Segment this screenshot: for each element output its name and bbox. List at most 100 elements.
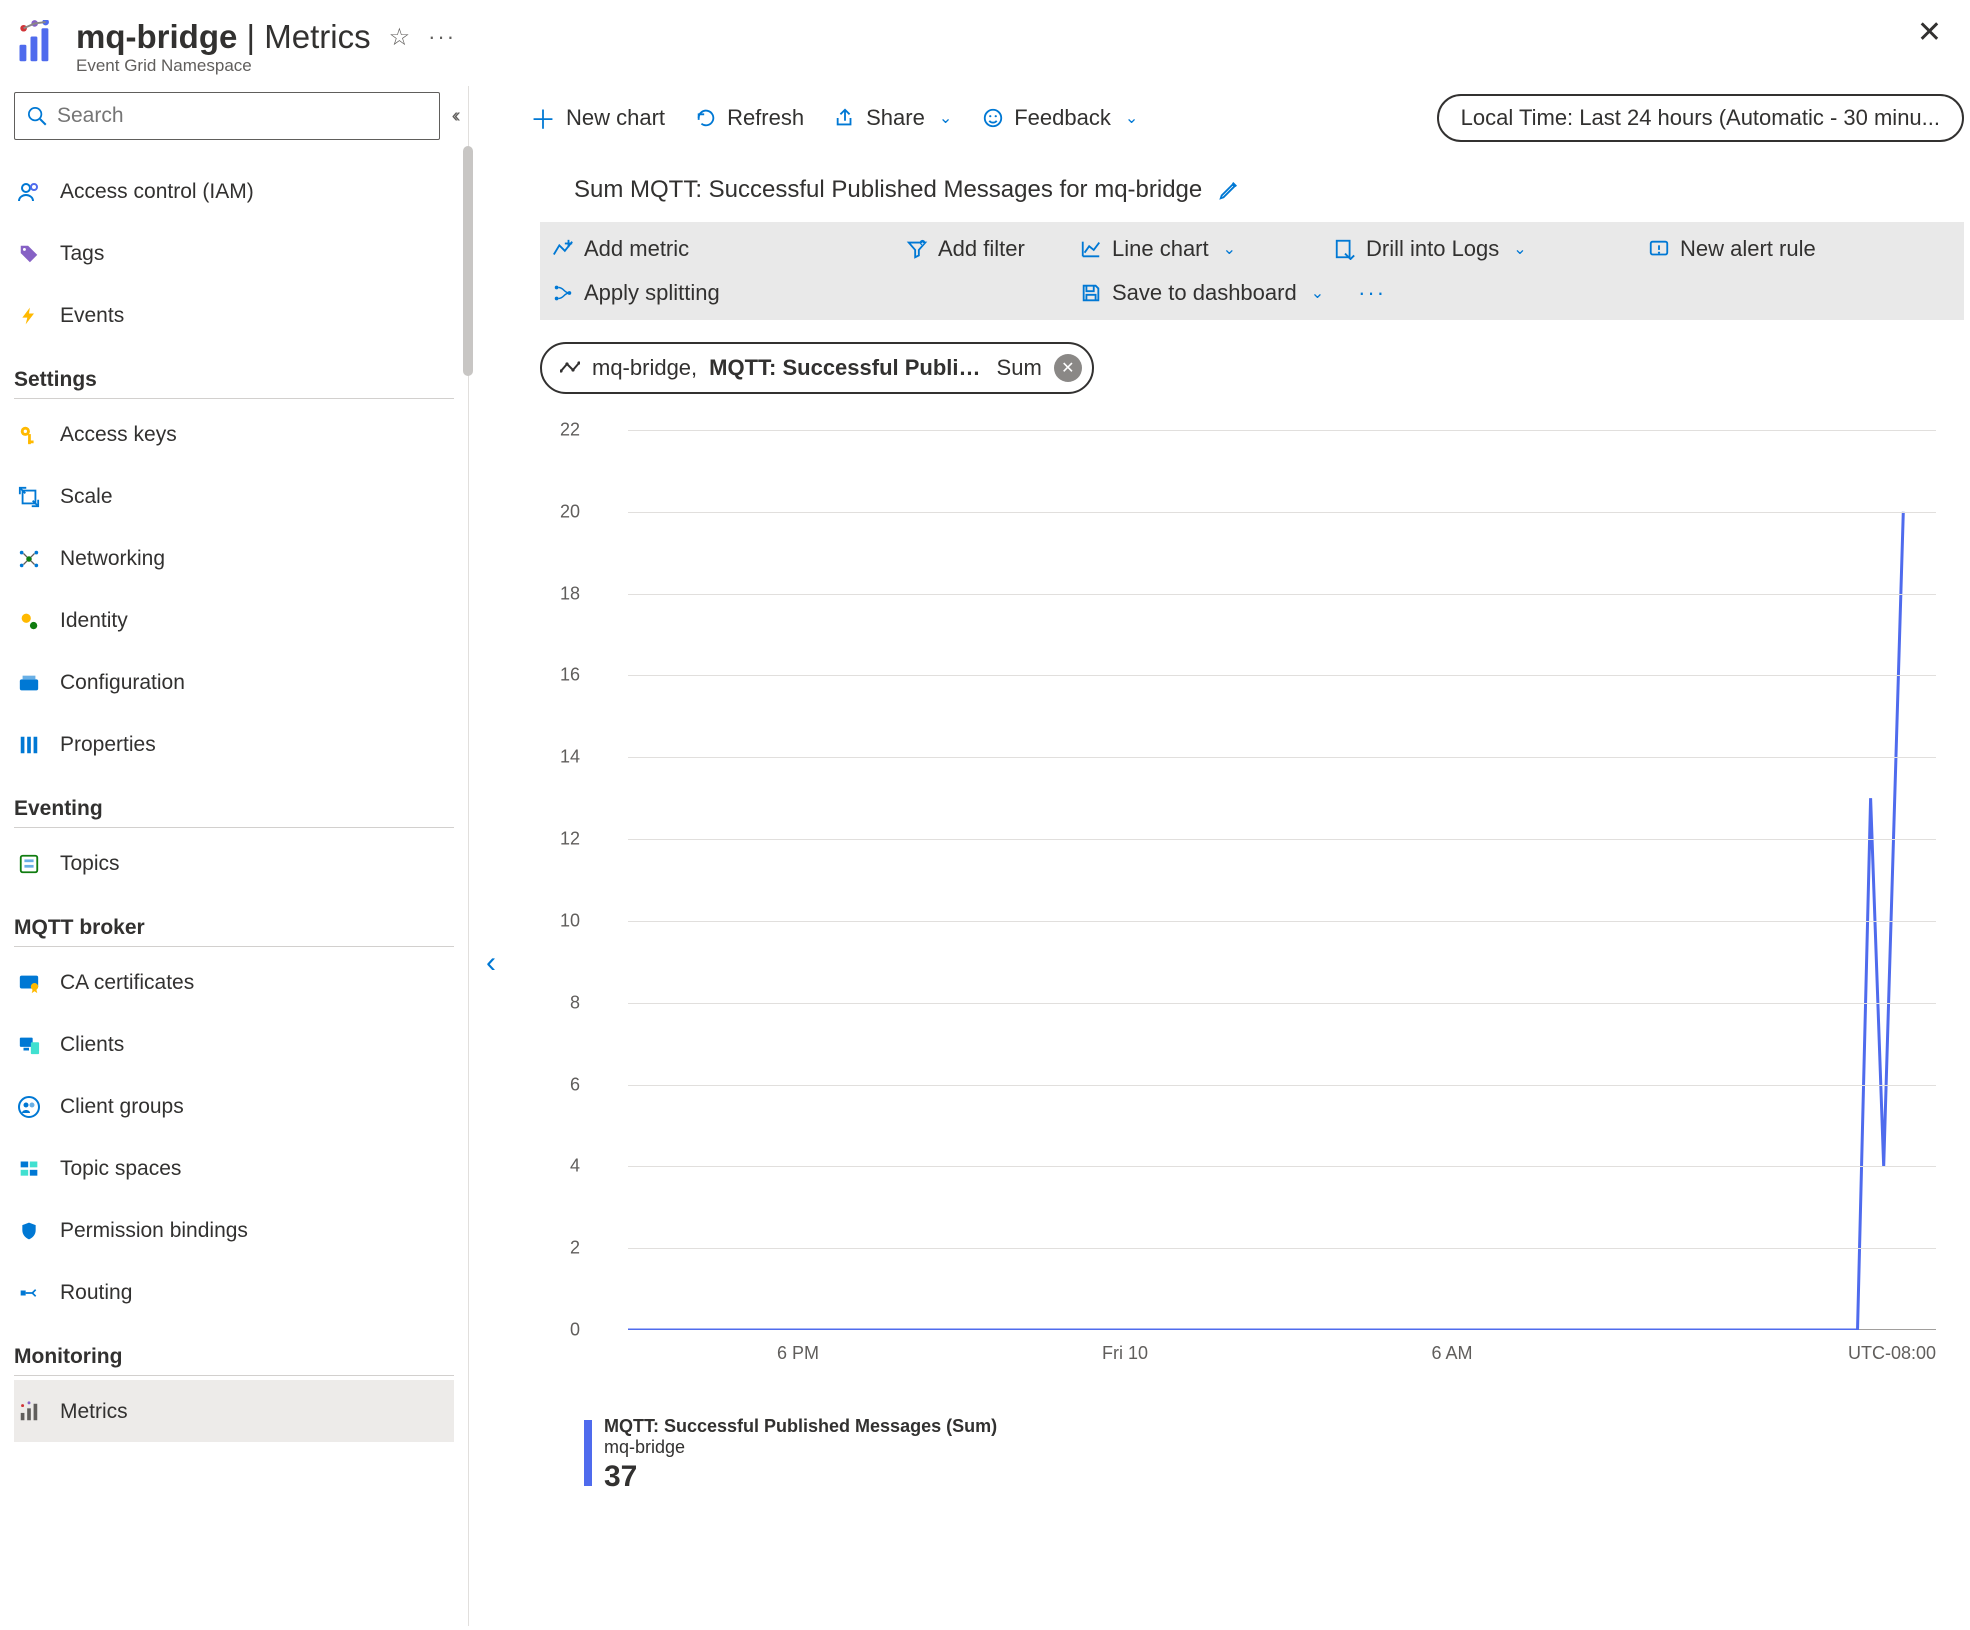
save-dashboard-button[interactable]: Save to dashboard ⌄ ··· — [1080, 280, 1634, 306]
alert-icon — [1648, 238, 1670, 260]
share-button[interactable]: Share ⌄ — [834, 105, 952, 131]
sidebar-item-configuration[interactable]: Configuration — [14, 651, 454, 713]
sidebar-item-access-keys[interactable]: Access keys — [14, 403, 454, 465]
sidebar-scrollbar[interactable] — [463, 146, 473, 376]
filter-icon: + — [906, 238, 928, 260]
metric-pill[interactable]: mq-bridge, MQTT: Successful Publi… Sum ✕ — [540, 342, 1094, 394]
legend-series-name: MQTT: Successful Published Messages (Sum… — [604, 1416, 997, 1437]
identity-icon — [16, 610, 42, 632]
sidebar-search[interactable] — [14, 92, 440, 140]
y-tick-label: 0 — [546, 1320, 580, 1341]
share-label: Share — [866, 105, 925, 131]
timezone-label: UTC-08:00 — [1848, 1343, 1936, 1364]
legend-value: 37 — [604, 1460, 997, 1494]
page-header: mq-bridge | Metrics ☆ ··· Event Grid Nam… — [0, 0, 1970, 86]
sidebar-item-identity[interactable]: Identity — [14, 589, 454, 651]
svg-text:+: + — [921, 241, 924, 247]
new-alert-button[interactable]: New alert rule — [1648, 236, 1908, 262]
sidebar-item-label: Metrics — [60, 1400, 128, 1424]
refresh-button[interactable]: Refresh — [695, 105, 804, 131]
shield-icon — [16, 1219, 42, 1243]
new-alert-label: New alert rule — [1680, 236, 1816, 262]
sidebar-item-scale[interactable]: Scale — [14, 465, 454, 527]
sidebar-item-clients[interactable]: Clients — [14, 1013, 454, 1075]
sidebar-item-access-control-iam-[interactable]: Access control (IAM) — [14, 160, 454, 222]
save-icon — [1080, 282, 1102, 304]
sidebar-search-input[interactable] — [57, 104, 427, 128]
network-icon — [16, 548, 42, 570]
routing-icon — [16, 1283, 42, 1303]
y-tick-label: 22 — [546, 420, 580, 441]
sidebar-section-eventing: Eventing — [14, 775, 454, 828]
split-icon — [552, 282, 574, 304]
save-dashboard-label: Save to dashboard — [1112, 280, 1297, 306]
chevron-down-icon: ⌄ — [1223, 239, 1236, 259]
y-tick-label: 8 — [546, 992, 580, 1013]
apply-splitting-label: Apply splitting — [584, 280, 720, 306]
chart-toolbar: Add metric + Add filter Line chart ⌄ Dri… — [540, 222, 1964, 320]
metric-series-icon — [560, 361, 580, 375]
refresh-label: Refresh — [727, 105, 804, 131]
add-filter-button[interactable]: + Add filter — [906, 236, 1066, 262]
chevron-down-icon: ⌄ — [1125, 108, 1138, 128]
collapse-chevron-icon[interactable]: ‹ — [486, 946, 496, 980]
sidebar-item-label: Clients — [60, 1033, 124, 1057]
sidebar-item-permission-bindings[interactable]: Permission bindings — [14, 1199, 454, 1261]
sidebar-item-label: Scale — [60, 485, 113, 509]
more-menu-icon[interactable]: ··· — [428, 24, 456, 50]
chevron-down-icon: ⌄ — [1513, 239, 1526, 259]
drill-logs-button[interactable]: Drill into Logs ⌄ — [1334, 236, 1634, 262]
x-tick-label: Fri 10 — [1102, 1343, 1148, 1364]
close-icon[interactable]: ✕ — [1917, 18, 1942, 48]
metric-scope: mq-bridge, — [592, 355, 697, 381]
add-metric-button[interactable]: Add metric — [552, 236, 892, 262]
y-tick-label: 2 — [546, 1238, 580, 1259]
sidebar-item-client-groups[interactable]: Client groups — [14, 1075, 454, 1137]
add-metric-label: Add metric — [584, 236, 689, 262]
config-icon — [16, 672, 42, 694]
sidebar-item-topics[interactable]: Topics — [14, 832, 454, 894]
feedback-button[interactable]: Feedback ⌄ — [982, 105, 1138, 131]
logs-icon — [1334, 238, 1356, 260]
metric-aggregation: Sum — [997, 355, 1042, 381]
sidebar-item-label: Identity — [60, 609, 128, 633]
sidebar-item-label: Networking — [60, 547, 165, 571]
sidebar-item-topic-spaces[interactable]: Topic spaces — [14, 1137, 454, 1199]
metrics-icon — [16, 1401, 42, 1423]
add-metric-icon — [552, 238, 574, 260]
sidebar-item-networking[interactable]: Networking — [14, 527, 454, 589]
x-tick-label: 6 AM — [1432, 1343, 1473, 1364]
sidebar-item-events[interactable]: Events — [14, 284, 454, 346]
legend-resource: mq-bridge — [604, 1437, 997, 1458]
line-chart-icon — [1080, 238, 1102, 260]
more-icon[interactable]: ··· — [1358, 280, 1386, 306]
remove-metric-icon[interactable]: ✕ — [1054, 354, 1082, 382]
chart-type-button[interactable]: Line chart ⌄ — [1080, 236, 1320, 262]
plus-icon: ＋ — [530, 100, 556, 137]
chevron-down-icon: ⌄ — [939, 108, 952, 128]
sidebar-item-label: Topic spaces — [60, 1157, 181, 1181]
chart-title: Sum MQTT: Successful Published Messages … — [574, 176, 1202, 204]
chart-plot[interactable]: 6 PMFri 106 AMUTC-08:00 — [628, 430, 1936, 1330]
share-icon — [834, 107, 856, 129]
splitter[interactable]: ‹ — [468, 86, 530, 1626]
sidebar-item-tags[interactable]: Tags — [14, 222, 454, 284]
header-title-block: mq-bridge | Metrics ☆ ··· Event Grid Nam… — [76, 18, 456, 76]
new-chart-label: New chart — [566, 105, 665, 131]
edit-pencil-icon[interactable] — [1218, 179, 1240, 201]
sidebar-item-routing[interactable]: Routing — [14, 1261, 454, 1323]
sidebar: ‹‹ Access control (IAM)TagsEvents Settin… — [0, 86, 468, 1626]
sidebar-item-label: Topics — [60, 852, 120, 876]
sidebar-item-properties[interactable]: Properties — [14, 713, 454, 775]
favorite-star-icon[interactable]: ☆ — [389, 23, 411, 52]
sidebar-item-label: Access control (IAM) — [60, 180, 254, 204]
new-chart-button[interactable]: ＋ New chart — [530, 100, 665, 137]
sidebar-item-ca-certificates[interactable]: CA certificates — [14, 951, 454, 1013]
bolt-icon — [16, 304, 42, 328]
sidebar-item-label: Client groups — [60, 1095, 184, 1119]
time-range-picker[interactable]: Local Time: Last 24 hours (Automatic - 3… — [1437, 94, 1964, 142]
y-tick-label: 20 — [546, 501, 580, 522]
resource-type: Event Grid Namespace — [76, 56, 456, 76]
sidebar-item-metrics[interactable]: Metrics — [14, 1380, 454, 1442]
apply-splitting-button[interactable]: Apply splitting — [552, 280, 892, 306]
